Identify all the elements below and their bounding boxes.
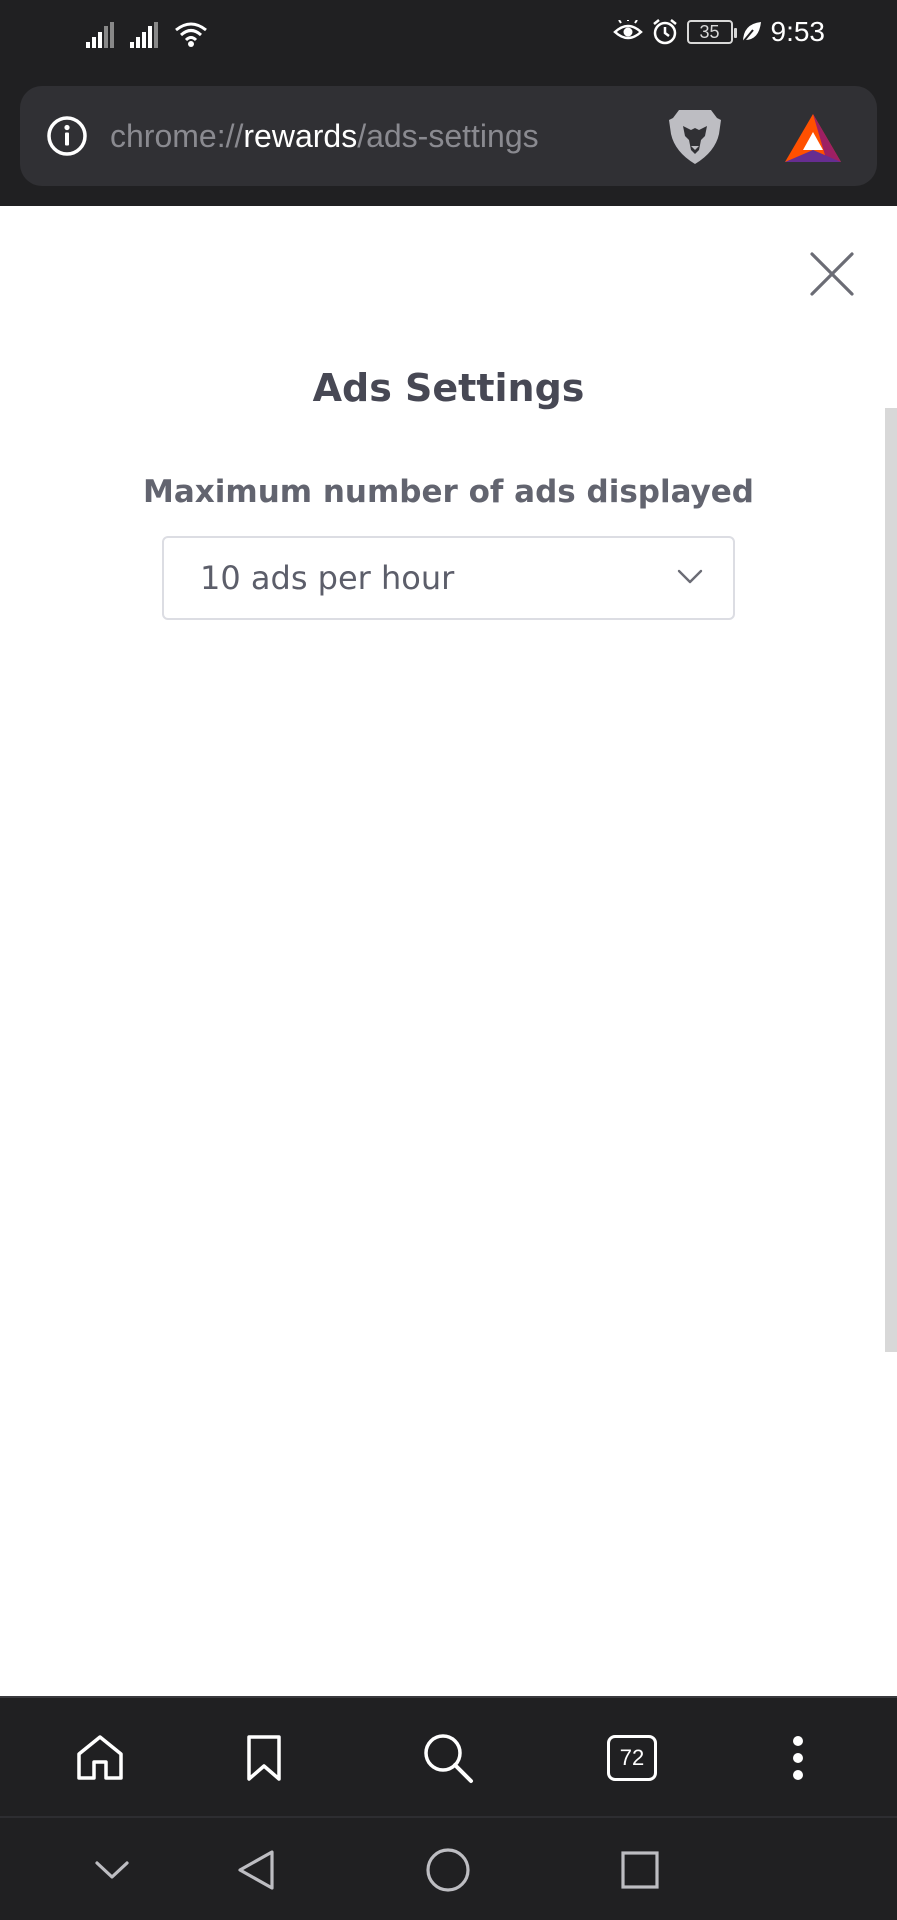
brave-shields-icon[interactable]: [665, 106, 725, 168]
wifi-icon: [175, 22, 207, 47]
home-circle-icon: [426, 1848, 470, 1892]
close-button[interactable]: [808, 250, 856, 298]
bat-rewards-icon[interactable]: [783, 112, 843, 164]
search-button[interactable]: [418, 1728, 478, 1788]
alarm-icon: [652, 19, 677, 45]
battery-icon: 35: [686, 20, 737, 44]
max-ads-label: Maximum number of ads displayed: [143, 474, 754, 510]
recents-nav-button[interactable]: [610, 1840, 670, 1900]
ads-per-hour-select[interactable]: 10 ads per hour: [162, 536, 735, 620]
page-title: Ads Settings: [312, 366, 585, 410]
collapse-icon: [95, 1861, 129, 1879]
collapse-nav-button[interactable]: [82, 1840, 142, 1900]
leaf-icon: [741, 22, 761, 43]
status-right: 35 9:53: [612, 16, 826, 48]
tabs-icon: 72: [607, 1735, 657, 1781]
address-bar[interactable]: chrome://rewards/ads-settings: [20, 86, 877, 186]
status-bar: 35 9:53: [0, 0, 897, 66]
status-time: 9:53: [770, 16, 826, 47]
search-icon: [424, 1734, 473, 1783]
eye-comfort-icon: [612, 20, 643, 40]
signal-icon: [86, 22, 114, 48]
home-button[interactable]: [70, 1728, 130, 1788]
bookmark-button[interactable]: [234, 1728, 294, 1788]
back-nav-button[interactable]: [226, 1840, 286, 1900]
scrollbar[interactable]: [885, 408, 897, 1352]
recents-icon: [621, 1851, 659, 1889]
battery-level: 35: [699, 21, 720, 42]
bookmark-icon: [247, 1735, 281, 1781]
chevron-down-icon: [677, 569, 703, 584]
menu-button[interactable]: [768, 1728, 828, 1788]
ads-settings-page: Ads Settings Maximum number of ads displ…: [0, 206, 897, 1696]
home-icon: [77, 1735, 123, 1780]
url-text[interactable]: chrome://rewards/ads-settings: [110, 86, 539, 186]
home-nav-button[interactable]: [418, 1840, 478, 1900]
back-icon: [238, 1850, 274, 1890]
url-scheme: chrome://: [110, 118, 244, 154]
system-nav-bar: [0, 1816, 897, 1920]
menu-icon: [793, 1736, 803, 1780]
status-left: [86, 20, 208, 48]
selected-option: 10 ads per hour: [200, 559, 455, 597]
tab-count: 72: [619, 1745, 645, 1770]
info-icon[interactable]: [46, 115, 88, 157]
signal-icon: [130, 22, 158, 48]
url-host: rewards: [243, 118, 358, 154]
browser-toolbar: chrome://rewards/ads-settings: [0, 66, 897, 206]
url-path: /ads-settings: [357, 118, 539, 154]
bottom-toolbar: 72: [0, 1696, 897, 1816]
tabs-button[interactable]: 72: [602, 1728, 662, 1788]
